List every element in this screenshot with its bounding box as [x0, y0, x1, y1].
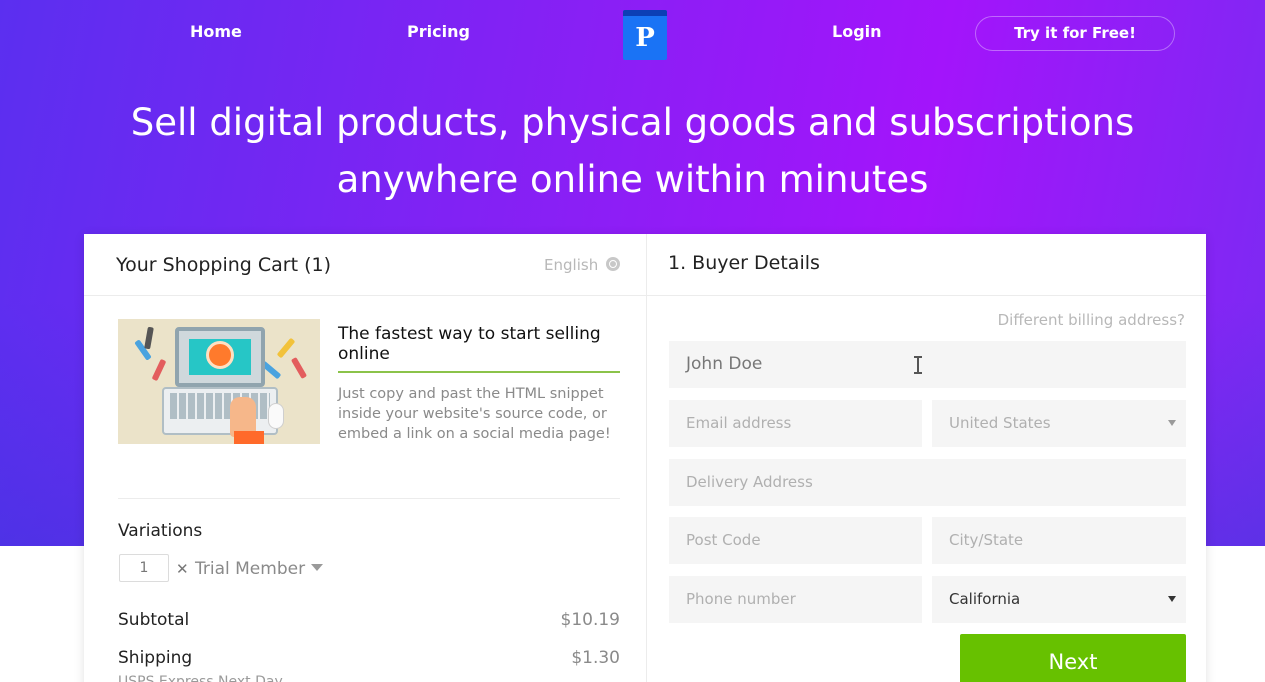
product-image	[118, 319, 320, 444]
text-cursor-icon	[914, 356, 922, 374]
nav-pricing-link[interactable]: Pricing	[407, 22, 470, 41]
variant-label: Trial Member	[195, 559, 306, 579]
caret-down-icon	[311, 564, 324, 571]
variant-dropdown[interactable]: Trial Member	[195, 559, 324, 579]
email-field[interactable]: Email address	[669, 400, 922, 447]
subtotal-value: $10.19	[560, 610, 620, 630]
shipping-method: USPS Express Next Day	[118, 674, 283, 682]
brand-logo[interactable]: P	[623, 10, 667, 60]
try-free-button[interactable]: Try it for Free!	[975, 16, 1175, 51]
language-selector[interactable]: English	[544, 256, 620, 274]
quantity-input[interactable]	[119, 554, 169, 582]
name-field[interactable]: John Doe	[669, 341, 1186, 388]
next-button[interactable]: Next	[960, 634, 1186, 682]
buyer-details-title: 1. Buyer Details	[668, 252, 820, 274]
chevron-down-icon	[1168, 420, 1176, 426]
shipping-value: $1.30	[571, 648, 620, 668]
shopping-cart-icon	[206, 341, 234, 369]
nav-login-link[interactable]: Login	[832, 22, 882, 41]
buyer-header: 1. Buyer Details	[647, 234, 1206, 296]
product-name: The fastest way to start selling online	[338, 324, 620, 373]
delivery-address-field[interactable]: Delivery Address	[669, 459, 1186, 506]
state-select[interactable]: California	[932, 576, 1186, 623]
chevron-down-icon	[1168, 596, 1176, 602]
shipping-label: Shipping	[118, 648, 193, 668]
cart-title: Your Shopping Cart (1)	[116, 254, 331, 276]
country-select[interactable]: United States	[932, 400, 1186, 447]
state-value: California	[949, 590, 1021, 608]
variations-label: Variations	[118, 521, 203, 541]
card-divider	[646, 234, 647, 682]
post-code-field[interactable]: Post Code	[669, 517, 922, 564]
city-state-field[interactable]: City/State	[932, 517, 1186, 564]
remove-item-icon[interactable]: ✕	[176, 560, 189, 578]
phone-field[interactable]: Phone number	[669, 576, 922, 623]
country-value: United States	[949, 414, 1051, 432]
hero-headline-line2: anywhere online within minutes	[336, 158, 929, 201]
top-navigation: Home Pricing P Login Try it for Free!	[0, 0, 1265, 68]
cart-separator	[118, 498, 620, 499]
cart-header: Your Shopping Cart (1) English	[84, 234, 646, 296]
different-billing-link[interactable]: Different billing address?	[998, 311, 1185, 329]
language-label: English	[544, 256, 599, 274]
globe-icon	[606, 257, 620, 271]
nav-home-link[interactable]: Home	[190, 22, 242, 41]
hero-headline: Sell digital products, physical goods an…	[0, 94, 1265, 208]
sleeve-illustration	[234, 431, 264, 444]
subtotal-label: Subtotal	[118, 610, 190, 630]
product-description: Just copy and past the HTML snippet insi…	[338, 386, 611, 442]
pliers-icon	[290, 356, 308, 380]
pencil-icon	[276, 337, 296, 359]
screwdriver-icon	[151, 358, 167, 382]
hammer-icon	[144, 326, 154, 350]
mouse-icon	[268, 403, 284, 429]
hero-headline-line1: Sell digital products, physical goods an…	[130, 101, 1135, 144]
logo-letter: P	[635, 23, 655, 53]
